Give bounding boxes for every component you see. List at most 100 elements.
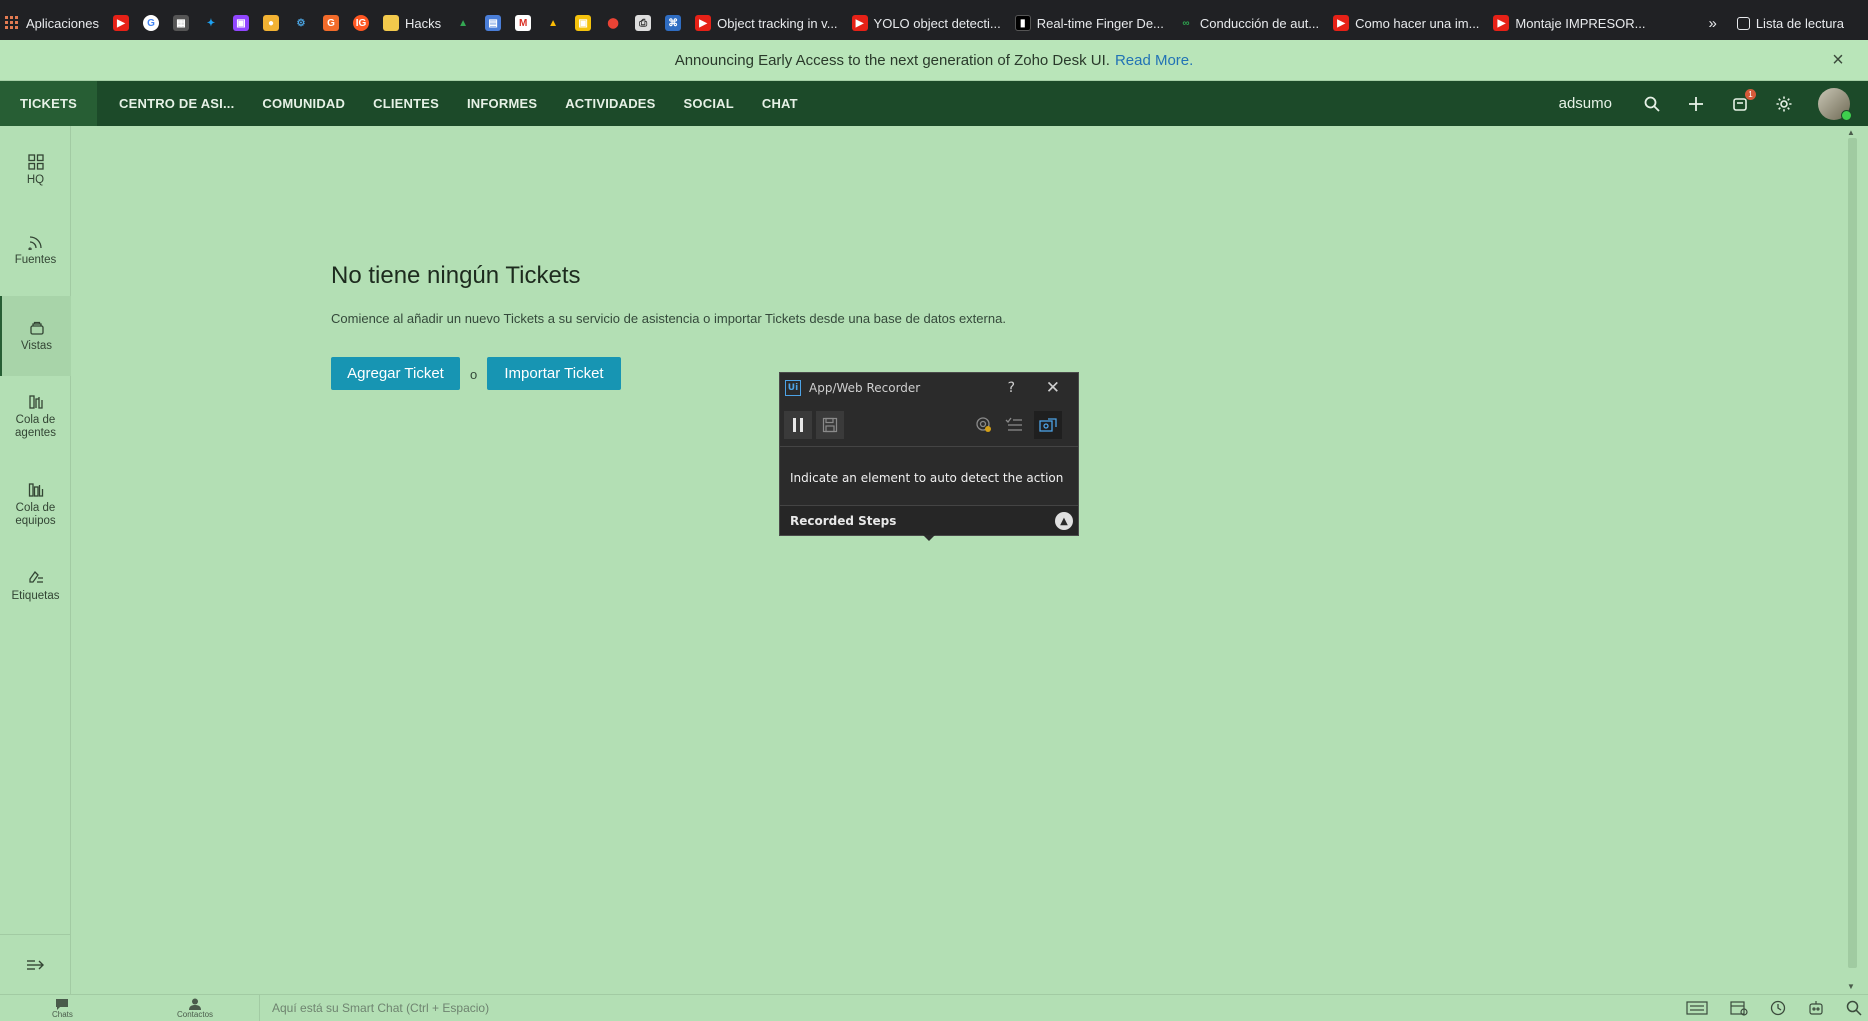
gear-icon[interactable] <box>1774 94 1794 114</box>
bookmark-site-icon[interactable]: G <box>323 15 339 31</box>
notifications-icon[interactable]: 1 <box>1730 88 1756 114</box>
bookmark-label: Object tracking in v... <box>717 15 838 31</box>
tab-chat[interactable]: CHAT <box>748 81 812 126</box>
help-button[interactable]: ? <box>1008 380 1015 396</box>
team-queue-icon <box>28 483 43 497</box>
recorded-steps-header[interactable]: Recorded Steps ▲ <box>780 505 1078 535</box>
bookmark-label: Real-time Finger De... <box>1036 15 1164 31</box>
tab-customers[interactable]: CLIENTES <box>359 81 453 126</box>
scroll-thumb[interactable] <box>1848 138 1857 968</box>
contacts-button[interactable]: Contactos <box>177 998 213 1019</box>
tab-activities[interactable]: ACTIVIDADES <box>551 81 669 126</box>
views-icon <box>29 321 44 335</box>
clock-icon[interactable] <box>1770 1000 1786 1016</box>
bookmark-apps[interactable]: Aplicaciones <box>4 15 99 31</box>
empty-state-description: Comience al añadir un nuevo Tickets a su… <box>331 311 1006 326</box>
sidebar-item-tags[interactable]: Etiquetas <box>0 570 71 603</box>
tab-tickets[interactable]: TICKETS <box>0 81 98 126</box>
bookmark-site-icon[interactable]: ⌘ <box>665 15 682 31</box>
bookmark-site-icon[interactable]: ▤ <box>485 15 502 31</box>
keyboard-icon[interactable] <box>1686 1001 1708 1015</box>
reading-list-label: Lista de lectura <box>1755 15 1844 31</box>
twitter-icon[interactable]: ✦ <box>203 15 219 31</box>
bookmark-site-icon[interactable]: IG <box>353 15 369 31</box>
maps-icon[interactable]: ⬤ <box>605 15 621 31</box>
printer-icon[interactable]: ⎙ <box>635 15 652 31</box>
google-drive-icon[interactable]: ▲ <box>455 15 471 31</box>
bookmark-site-icon[interactable]: ● <box>263 15 279 31</box>
gmail-icon[interactable]: M <box>515 15 532 31</box>
portal-name[interactable]: adsumo <box>1559 95 1612 112</box>
bookmark-site-icon[interactable]: ▦ <box>173 15 189 31</box>
youtube-icon: ▶ <box>1493 15 1510 31</box>
import-ticket-button[interactable]: Importar Ticket <box>487 357 621 390</box>
tab-reports[interactable]: INFORMES <box>453 81 551 126</box>
tab-community[interactable]: COMUNIDAD <box>248 81 359 126</box>
bookmark-site-icon: ▮ <box>1014 15 1031 31</box>
bookmark-item[interactable]: ∞ Conducción de aut... <box>1178 15 1319 31</box>
recorder-title: App/Web Recorder <box>809 381 921 395</box>
bookmark-item[interactable]: ▶ Como hacer una im... <box>1333 15 1479 31</box>
avatar[interactable] <box>1818 87 1852 121</box>
sidebar-item-agent-queue[interactable]: Cola de agentes <box>0 394 71 440</box>
bookmark-item[interactable]: ▮ Real-time Finger De... <box>1014 15 1164 31</box>
apps-grid-icon <box>4 15 20 31</box>
sidebar-item-label: Fuentes <box>14 254 57 266</box>
tab-social[interactable]: SOCIAL <box>670 81 748 126</box>
main-nav: TICKETS CENTRO DE ASI... COMUNIDAD CLIEN… <box>0 81 1868 126</box>
bookmarks-bar: Aplicaciones ▶ G ▦ ✦ ▣ ● ⚙ G IG Hacks ▲ … <box>0 6 1868 40</box>
google-drive-icon[interactable]: ▲ <box>545 15 561 31</box>
bookmarks-overflow-button[interactable]: » <box>1708 15 1716 32</box>
queue-icon <box>28 395 43 409</box>
chats-button[interactable]: Chats <box>52 998 73 1019</box>
recorder-toolbar <box>780 403 1078 447</box>
search-icon[interactable] <box>1846 1000 1862 1016</box>
chevron-up-icon[interactable]: ▲ <box>1055 512 1073 530</box>
bookmark-site-icon[interactable]: ▣ <box>575 15 592 31</box>
reading-list-button[interactable]: Lista de lectura <box>1736 15 1844 31</box>
sidebar-item-views[interactable]: Vistas <box>0 296 71 376</box>
calendar-icon[interactable] <box>1730 1000 1748 1016</box>
zia-icon[interactable] <box>1808 1000 1824 1016</box>
bookmark-label: YOLO object detecti... <box>873 15 1001 31</box>
add-ticket-button[interactable]: Agregar Ticket <box>331 357 460 390</box>
google-icon[interactable]: G <box>143 15 159 31</box>
target-button[interactable] <box>970 411 998 439</box>
sidebar-collapse-button[interactable] <box>0 934 71 994</box>
sidebar-item-sources[interactable]: Fuentes <box>0 234 71 267</box>
scroll-up-icon[interactable]: ▲ <box>1846 128 1856 138</box>
bookmark-hacks[interactable]: Hacks <box>383 15 441 31</box>
steps-list-button[interactable] <box>1000 411 1028 439</box>
close-icon[interactable]: × <box>1828 50 1848 70</box>
announcement-text: Announcing Early Access to the next gene… <box>674 51 1110 69</box>
folder-icon <box>383 15 399 31</box>
sidebar-item-team-queue[interactable]: Cola de equipos <box>0 482 71 528</box>
youtube-icon: ▶ <box>851 15 868 31</box>
twitch-icon[interactable]: ▣ <box>233 15 249 31</box>
close-icon[interactable]: ✕ <box>1046 378 1060 398</box>
bookmark-apps-label: Aplicaciones <box>26 15 99 31</box>
uipath-logo-icon: Ui <box>785 380 801 396</box>
youtube-icon[interactable]: ▶ <box>113 15 129 31</box>
sidebar-item-hq[interactable]: HQ <box>0 154 71 187</box>
smart-chat-input[interactable]: Aquí está su Smart Chat (Ctrl + Espacio) <box>259 995 489 1021</box>
tag-icon <box>28 570 43 583</box>
scrollbar[interactable]: ▲ ▼ <box>1844 126 1858 994</box>
sidebar-item-label: HQ <box>26 174 45 186</box>
bookmark-item[interactable]: ▶ YOLO object detecti... <box>851 15 1001 31</box>
read-more-link[interactable]: Read More. <box>1115 52 1193 69</box>
tab-help-center[interactable]: CENTRO DE ASI... <box>97 81 248 126</box>
scroll-down-icon[interactable]: ▼ <box>1846 982 1856 992</box>
list-check-icon <box>1005 417 1022 431</box>
pause-button[interactable] <box>784 411 812 439</box>
app-web-recorder-panel: Ui App/Web Recorder ? ✕ Indicate an elem… <box>779 372 1079 536</box>
screen-capture-icon <box>1039 418 1057 432</box>
plus-icon[interactable] <box>1686 94 1706 114</box>
screen-capture-button[interactable] <box>1034 411 1062 439</box>
save-button[interactable] <box>816 411 844 439</box>
bookmark-item[interactable]: ▶ Object tracking in v... <box>695 15 838 31</box>
search-icon[interactable] <box>1642 94 1662 114</box>
bookmark-site-icon[interactable]: ⚙ <box>293 15 309 31</box>
save-icon <box>822 417 838 433</box>
bookmark-item[interactable]: ▶ Montaje IMPRESOR... <box>1493 15 1645 31</box>
